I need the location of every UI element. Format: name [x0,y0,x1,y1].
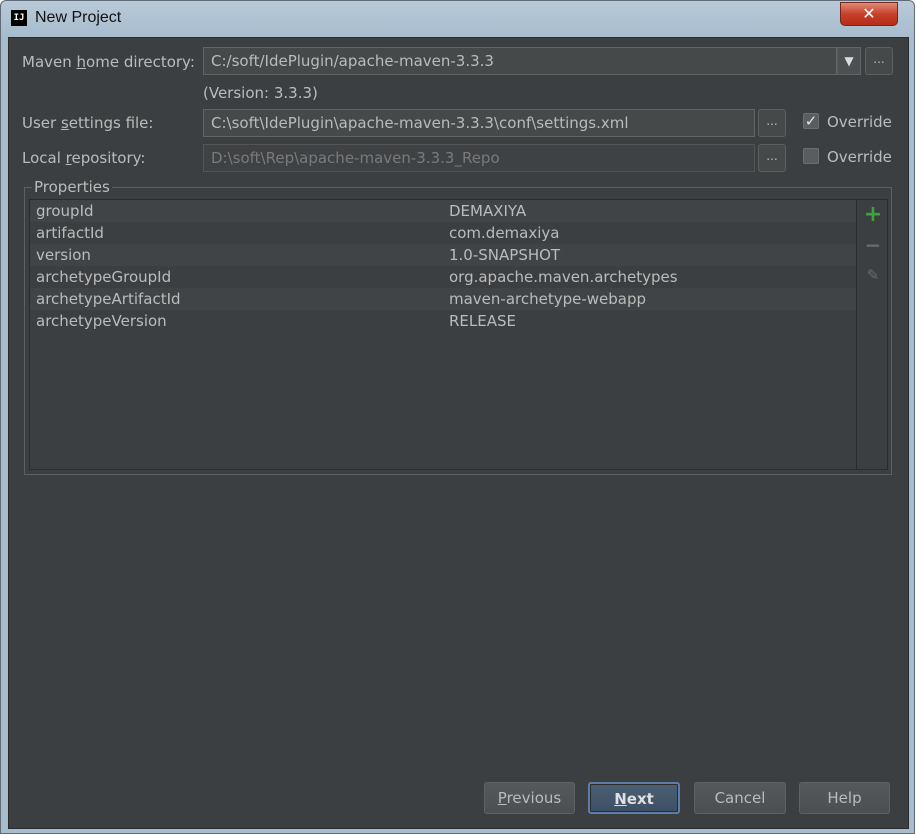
cancel-button[interactable]: Cancel [694,782,786,814]
property-key: version [36,246,91,264]
edit-pencil-icon[interactable]: ✎ [862,264,884,286]
user-settings-override-checkbox[interactable]: ✓ [803,113,819,129]
table-row[interactable]: archetypeArtifactId maven-archetype-webap… [30,288,856,310]
property-key: groupId [36,202,94,220]
properties-group: Properties groupId DEMAXIYA artifactId com… [24,178,892,475]
property-key: archetypeGroupId [36,268,172,286]
maven-home-browse-button[interactable]: ... [865,47,893,75]
close-icon: ✕ [862,4,876,23]
maven-home-dropdown-button[interactable]: ▼ [837,47,861,75]
properties-table[interactable]: groupId DEMAXIYA artifactId com.demaxiya v… [29,199,856,470]
dialog-content: Maven home directory: C:/soft/IdePlugin/… [8,37,909,829]
property-value: maven-archetype-webapp [449,290,647,308]
table-row[interactable]: artifactId com.demaxiya [30,222,856,244]
user-settings-override-label[interactable]: Override [827,113,892,131]
property-key: archetypeArtifactId [36,290,181,308]
property-key: archetypeVersion [36,312,167,330]
title-bar[interactable]: IJ New Project ✕ [1,1,914,37]
user-settings-label: User settings file: [22,114,154,132]
property-value: 1.0-SNAPSHOT [449,246,561,264]
new-project-window: IJ New Project ✕ Maven home directory: C… [0,0,915,834]
close-button[interactable]: ✕ [840,2,898,26]
property-value: RELEASE [449,312,516,330]
help-button[interactable]: Help [799,782,890,814]
property-value: DEMAXIYA [449,202,527,220]
table-row[interactable]: version 1.0-SNAPSHOT [30,244,856,266]
local-repository-browse-button[interactable]: ... [758,144,786,172]
local-repository-override-label[interactable]: Override [827,148,892,166]
local-repository-field[interactable]: D:\soft\Rep\apache-maven-3.3.3_Repo [203,144,755,172]
table-row[interactable]: archetypeGroupId org.apache.maven.archety… [30,266,856,288]
table-row[interactable]: archetypeVersion RELEASE [30,310,856,332]
local-repository-override-checkbox[interactable] [803,148,819,164]
table-row[interactable]: groupId DEMAXIYA [30,200,856,222]
properties-toolbar: + − ✎ [856,199,888,470]
property-value: com.demaxiya [449,224,560,242]
chevron-down-icon: ▼ [844,54,854,68]
maven-home-combobox[interactable]: C:/soft/IdePlugin/apache-maven-3.3.3 [203,47,837,75]
property-key: artifactId [36,224,104,242]
window-title: New Project [35,9,122,26]
properties-title: Properties [32,178,112,196]
intellij-app-icon: IJ [11,10,27,26]
next-button[interactable]: Next [588,782,680,814]
local-repository-label: Local repository: [22,149,146,167]
previous-button[interactable]: Previous [484,782,575,814]
maven-home-label: Maven home directory: [22,53,195,71]
user-settings-field[interactable]: C:\soft\IdePlugin\apache-maven-3.3.3\con… [203,109,755,137]
remove-icon[interactable]: − [862,234,884,256]
maven-version-label: (Version: 3.3.3) [203,84,318,102]
checkmark-icon: ✓ [804,112,818,130]
add-icon[interactable]: + [862,204,884,226]
property-value: org.apache.maven.archetypes [449,268,678,286]
user-settings-browse-button[interactable]: ... [758,109,786,137]
